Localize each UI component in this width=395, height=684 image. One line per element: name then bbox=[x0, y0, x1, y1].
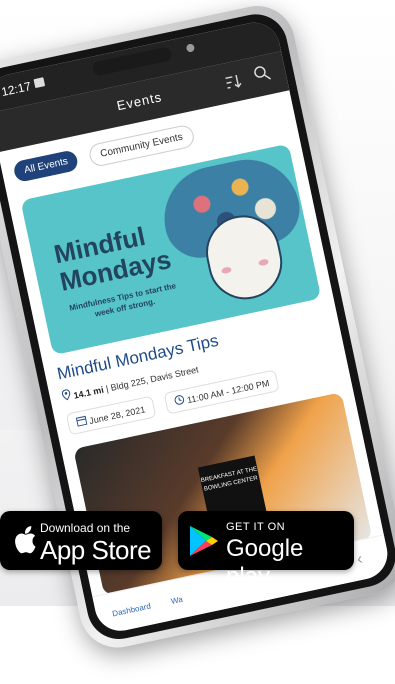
event-date: June 28, 2021 bbox=[88, 404, 147, 427]
google-play-icon bbox=[188, 524, 220, 558]
featured-event-banner[interactable]: Mindful Mondays Mindfulness Tips to star… bbox=[20, 143, 322, 356]
nav-dashboard[interactable]: Dashboard bbox=[111, 602, 151, 619]
apple-logo-icon bbox=[10, 525, 38, 555]
google-play-bottom-text: Google play bbox=[226, 535, 304, 590]
app-store-bottom-text: App Store bbox=[40, 535, 152, 565]
sort-icon[interactable] bbox=[223, 71, 244, 92]
app-store-badge[interactable]: Download on the App Store bbox=[0, 511, 162, 570]
nav-second-item[interactable]: Wa bbox=[170, 595, 183, 606]
filter-all-events[interactable]: All Events bbox=[12, 149, 80, 184]
google-play-badge[interactable]: GET IT ON Google play bbox=[178, 511, 354, 590]
event-distance: 14.1 mi bbox=[72, 384, 105, 401]
camera-icon bbox=[185, 43, 196, 53]
google-play-top-text: GET IT ON bbox=[226, 521, 286, 533]
app-store-top-text: Download on the bbox=[40, 521, 131, 535]
back-icon[interactable]: ‹ bbox=[355, 551, 364, 570]
search-icon[interactable] bbox=[252, 63, 273, 84]
event-time: 11:00 AM - 12:00 PM bbox=[186, 378, 271, 406]
status-time: 12:17 bbox=[0, 79, 33, 100]
filter-community-events[interactable]: Community Events bbox=[87, 123, 196, 169]
image-icon bbox=[33, 77, 46, 89]
blush-left bbox=[220, 266, 232, 275]
event-date-pill: June 28, 2021 bbox=[65, 395, 157, 436]
blush-right bbox=[258, 258, 270, 267]
